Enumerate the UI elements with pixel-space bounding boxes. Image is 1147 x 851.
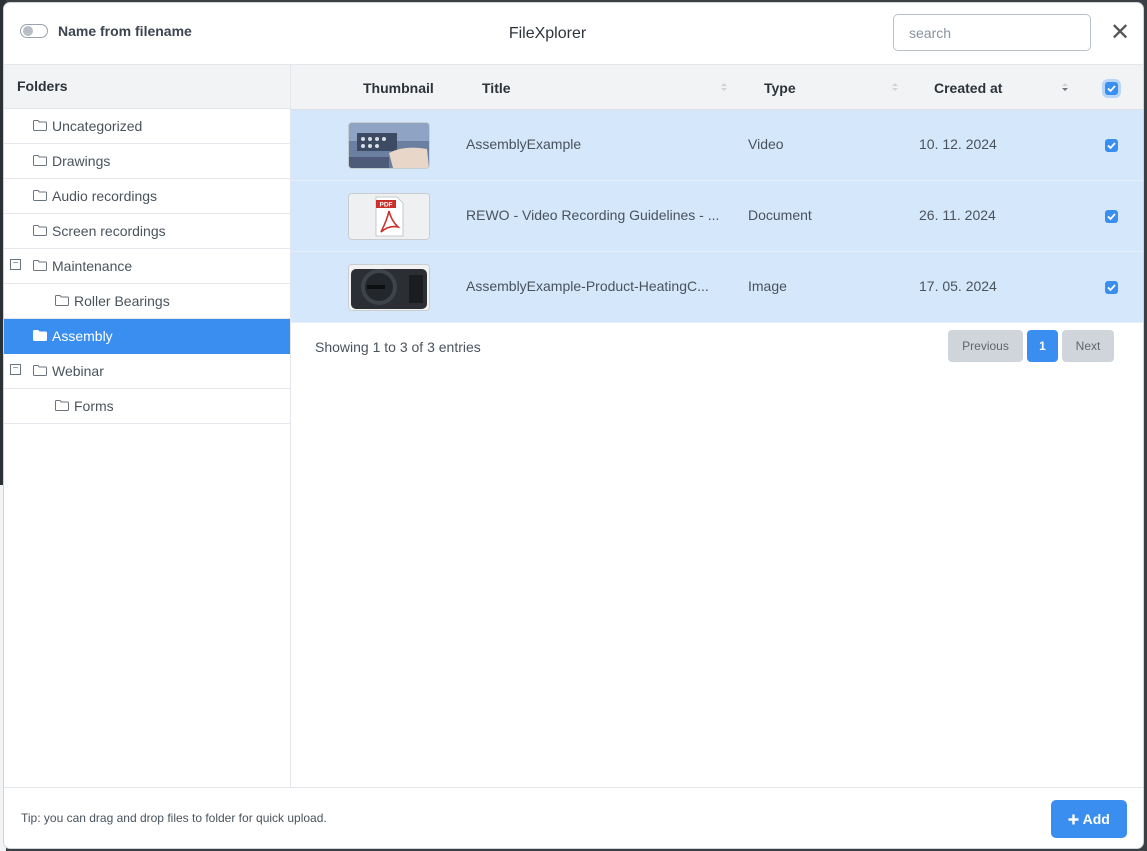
modal-header: Name from filename FileXplorer ✕	[4, 3, 1143, 65]
entries-info: Showing 1 to 3 of 3 entries	[315, 339, 481, 355]
folder-list: Uncategorized Drawings Audio recordings Scr…	[4, 109, 290, 424]
check-icon	[1107, 213, 1116, 221]
table-row[interactable]: PDF REWO - Video Recording Guidelines - …	[291, 181, 1143, 252]
row-title: AssemblyExample	[466, 136, 582, 152]
sidebar-item-assembly[interactable]: Assembly	[4, 319, 290, 354]
plus-icon	[1068, 814, 1079, 825]
check-icon	[1107, 85, 1116, 93]
folder-sidebar: Folders Uncategorized Drawings Audio recor…	[4, 65, 291, 787]
row-checkbox[interactable]	[1105, 281, 1118, 294]
video-thumbnail[interactable]	[348, 122, 430, 169]
row-title: REWO - Video Recording Guidelines - ...	[466, 207, 720, 223]
row-type: Document	[748, 207, 812, 223]
folder-label: Screen recordings	[52, 223, 166, 239]
upload-tip: Tip: you can drag and drop files to fold…	[21, 811, 327, 825]
table-row[interactable]: AssemblyExample Video 10. 12. 2024	[291, 110, 1143, 181]
close-icon[interactable]: ✕	[1108, 21, 1132, 45]
table-header: Thumbnail Title Type Created at	[291, 65, 1143, 110]
folder-label: Drawings	[52, 153, 111, 169]
row-created: 17. 05. 2024	[919, 278, 997, 294]
next-page-button[interactable]: Next	[1062, 330, 1114, 362]
check-icon	[1107, 142, 1116, 150]
check-icon	[1107, 284, 1116, 292]
folder-label: Assembly	[52, 328, 113, 344]
add-button-label: Add	[1082, 811, 1110, 827]
row-created: 10. 12. 2024	[919, 136, 997, 152]
sidebar-item-screen-recordings[interactable]: Screen recordings	[4, 214, 290, 249]
sort-desc-icon[interactable]	[1061, 81, 1069, 93]
folder-label: Forms	[74, 398, 114, 414]
pdf-icon[interactable]: PDF	[348, 193, 430, 240]
file-table: Thumbnail Title Type Created at Assembly…	[291, 65, 1143, 787]
folder-icon	[33, 225, 47, 236]
file-explorer-modal: Name from filename FileXplorer ✕ Folders…	[4, 3, 1143, 848]
column-type[interactable]: Type	[764, 80, 796, 96]
folder-icon	[33, 190, 47, 201]
folders-heading: Folders	[4, 65, 290, 109]
row-title: AssemblyExample-Product-HeatingC...	[466, 278, 709, 294]
column-created-at[interactable]: Created at	[934, 80, 1002, 96]
select-all-checkbox[interactable]	[1105, 82, 1118, 95]
sidebar-item-drawings[interactable]: Drawings	[4, 144, 290, 179]
sidebar-item-webinar[interactable]: − Webinar	[4, 354, 290, 389]
sidebar-item-forms[interactable]: Forms	[4, 389, 290, 424]
folder-icon	[55, 295, 69, 306]
table-row[interactable]: AssemblyExample-Product-HeatingC... Imag…	[291, 252, 1143, 323]
row-type: Image	[748, 278, 787, 294]
table-body: AssemblyExample Video 10. 12. 2024 PDF R…	[291, 110, 1143, 323]
folder-label: Maintenance	[52, 258, 133, 274]
column-title[interactable]: Title	[482, 80, 511, 96]
folder-icon	[33, 155, 47, 166]
svg-text:PDF: PDF	[380, 202, 393, 209]
folder-icon	[33, 120, 47, 131]
row-created: 26. 11. 2024	[919, 207, 996, 223]
folder-icon	[33, 330, 47, 341]
sort-icon[interactable]	[720, 81, 728, 93]
collapse-icon[interactable]: −	[10, 259, 21, 270]
search-input[interactable]	[893, 14, 1091, 51]
folder-label: Webinar	[52, 363, 104, 379]
previous-page-button[interactable]: Previous	[948, 330, 1023, 362]
modal-footer: Tip: you can drag and drop files to fold…	[4, 787, 1143, 848]
add-button[interactable]: Add	[1051, 800, 1127, 838]
sort-icon[interactable]	[891, 81, 899, 93]
sidebar-item-roller-bearings[interactable]: Roller Bearings	[4, 284, 290, 319]
folder-icon	[33, 260, 47, 271]
image-thumbnail[interactable]	[348, 264, 430, 311]
folder-icon	[33, 365, 47, 376]
folder-icon	[55, 400, 69, 411]
column-thumbnail: Thumbnail	[363, 80, 434, 96]
sidebar-item-uncategorized[interactable]: Uncategorized	[4, 109, 290, 144]
folder-label: Uncategorized	[52, 118, 143, 134]
row-checkbox[interactable]	[1105, 210, 1118, 223]
sidebar-item-maintenance[interactable]: − Maintenance	[4, 249, 290, 284]
collapse-icon[interactable]: −	[10, 364, 21, 375]
row-checkbox[interactable]	[1105, 139, 1118, 152]
folder-label: Audio recordings	[52, 188, 158, 204]
page-1-button[interactable]: 1	[1027, 330, 1058, 362]
folder-label: Roller Bearings	[74, 293, 170, 309]
sidebar-item-audio-recordings[interactable]: Audio recordings	[4, 179, 290, 214]
row-type: Video	[748, 136, 784, 152]
